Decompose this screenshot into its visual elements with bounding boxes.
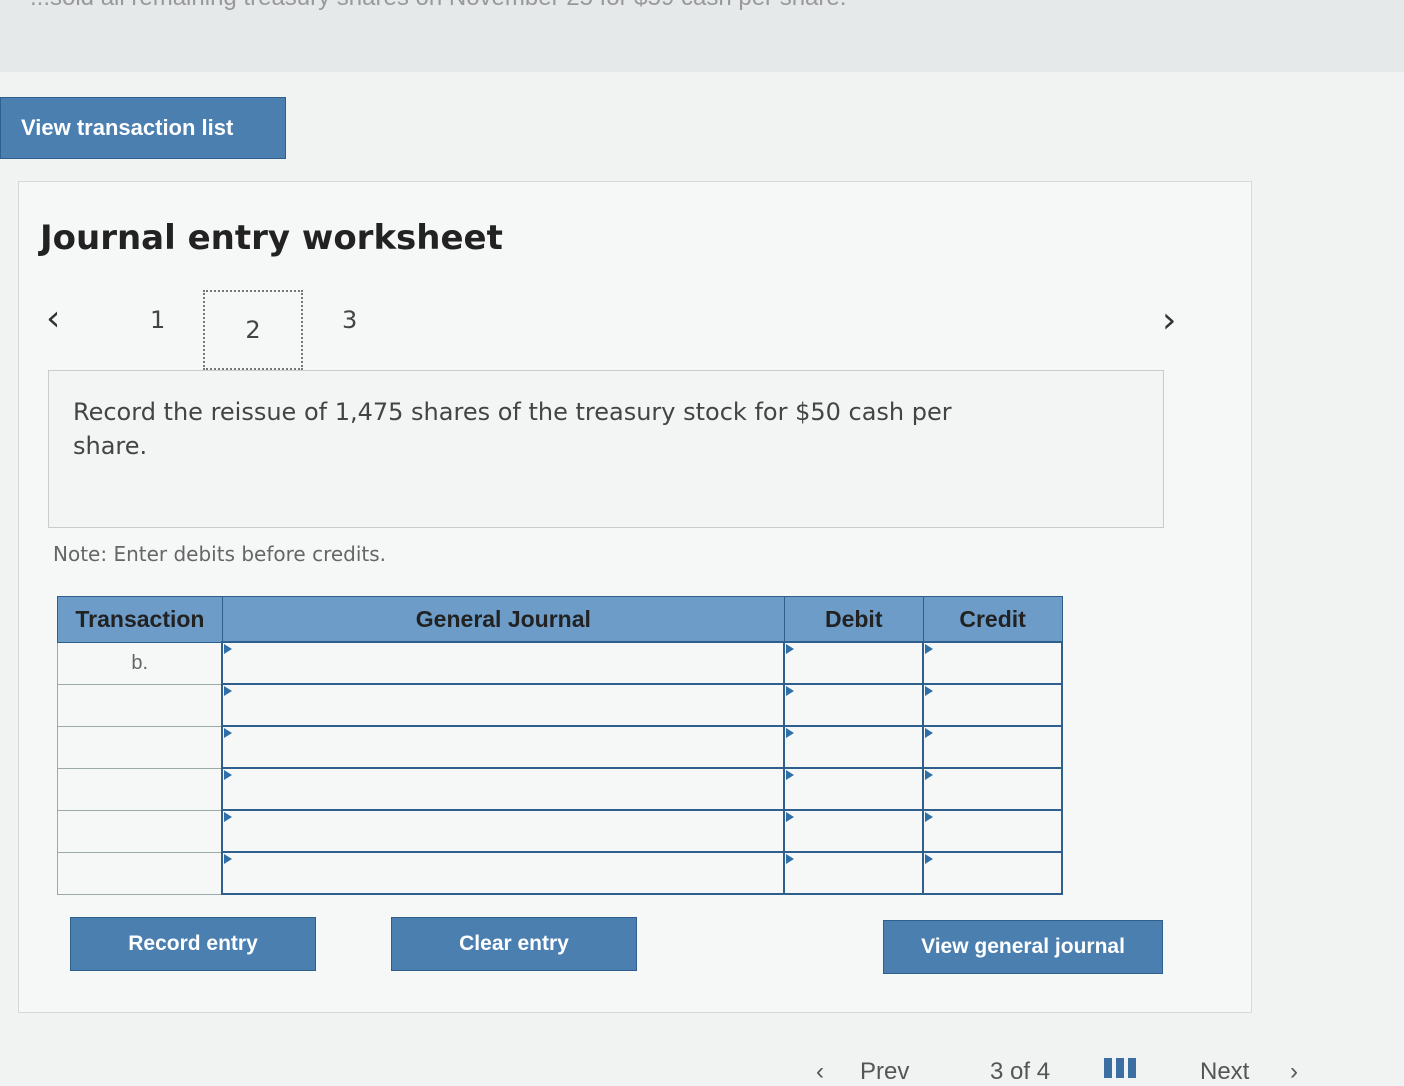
journal-table: Transaction General Journal Debit Credit… xyxy=(57,596,1063,895)
debit-value[interactable] xyxy=(785,811,922,851)
account-select-cell[interactable] xyxy=(221,641,786,685)
transaction-cell xyxy=(57,767,223,811)
view-general-journal-button[interactable]: View general journal xyxy=(883,920,1163,974)
debit-value[interactable] xyxy=(785,643,922,683)
debit-value[interactable] xyxy=(785,727,922,767)
table-row xyxy=(57,683,1063,727)
next-link[interactable]: Next xyxy=(1200,1058,1249,1086)
debit-input-cell[interactable] xyxy=(783,683,925,727)
account-value[interactable] xyxy=(223,811,783,851)
page-of: of xyxy=(1010,1058,1031,1085)
credit-value[interactable] xyxy=(924,685,1061,725)
debit-input-cell[interactable] xyxy=(783,767,925,811)
header-credit: Credit xyxy=(922,596,1063,643)
note-text: Note: Enter debits before credits. xyxy=(53,542,387,566)
page-title: Journal entry worksheet xyxy=(40,218,503,258)
credit-value[interactable] xyxy=(924,769,1061,809)
credit-input-cell[interactable] xyxy=(922,683,1063,727)
prev-link[interactable]: Prev xyxy=(860,1058,909,1086)
debit-value[interactable] xyxy=(785,853,922,893)
header-transaction: Transaction xyxy=(57,596,223,643)
view-transaction-list-button[interactable]: View transaction list xyxy=(0,97,286,159)
transaction-cell xyxy=(57,851,223,895)
transaction-cell xyxy=(57,683,223,727)
question-text-cutoff: ...sold all remaining treasury shares on… xyxy=(30,0,846,12)
debit-input-cell[interactable] xyxy=(783,809,925,853)
table-row: b. xyxy=(57,641,1063,685)
header-debit: Debit xyxy=(783,596,924,643)
credit-input-cell[interactable] xyxy=(922,809,1063,853)
credit-input-cell[interactable] xyxy=(922,851,1063,895)
transaction-cell xyxy=(57,809,223,853)
transaction-cell xyxy=(57,725,223,769)
prompt-text: Record the reissue of 1,475 shares of th… xyxy=(73,398,952,460)
table-row xyxy=(57,767,1063,811)
step-tab-3[interactable]: 3 xyxy=(342,306,357,334)
next-step-arrow-icon[interactable]: › xyxy=(1162,300,1176,341)
header-general-journal: General Journal xyxy=(221,596,785,643)
step-tab-1[interactable]: 1 xyxy=(150,306,165,334)
account-value[interactable] xyxy=(223,769,783,809)
account-value[interactable] xyxy=(223,643,783,683)
account-value[interactable] xyxy=(223,727,783,767)
prompt-box: Record the reissue of 1,475 shares of th… xyxy=(48,370,1164,528)
account-value[interactable] xyxy=(223,853,783,893)
account-select-cell[interactable] xyxy=(221,851,786,895)
debit-value[interactable] xyxy=(785,685,922,725)
credit-value[interactable] xyxy=(924,853,1061,893)
previous-step-arrow-icon[interactable]: ‹ xyxy=(46,298,60,339)
account-select-cell[interactable] xyxy=(221,683,786,727)
clear-entry-button[interactable]: Clear entry xyxy=(391,917,637,971)
step-tab-2-active[interactable]: 2 xyxy=(203,290,303,370)
credit-input-cell[interactable] xyxy=(922,725,1063,769)
transaction-cell: b. xyxy=(57,641,223,685)
table-row xyxy=(57,725,1063,769)
grid-menu-icon[interactable] xyxy=(1104,1058,1136,1078)
account-value[interactable] xyxy=(223,685,783,725)
account-select-cell[interactable] xyxy=(221,767,786,811)
table-row xyxy=(57,809,1063,853)
top-bar: ...sold all remaining treasury shares on… xyxy=(0,0,1404,72)
chevron-right-icon[interactable]: › xyxy=(1290,1058,1298,1086)
chevron-left-icon[interactable]: ‹ xyxy=(816,1058,824,1086)
debit-input-cell[interactable] xyxy=(783,641,925,685)
credit-value[interactable] xyxy=(924,643,1061,683)
current-page: 3 xyxy=(990,1058,1004,1085)
credit-input-cell[interactable] xyxy=(922,767,1063,811)
account-select-cell[interactable] xyxy=(221,725,786,769)
credit-input-cell[interactable] xyxy=(922,641,1063,685)
total-pages: 4 xyxy=(1036,1058,1051,1085)
table-row xyxy=(57,851,1063,895)
credit-value[interactable] xyxy=(924,727,1061,767)
account-select-cell[interactable] xyxy=(221,809,786,853)
credit-value[interactable] xyxy=(924,811,1061,851)
debit-input-cell[interactable] xyxy=(783,851,925,895)
debit-input-cell[interactable] xyxy=(783,725,925,769)
debit-value[interactable] xyxy=(785,769,922,809)
page-indicator: 3 of 4 xyxy=(990,1058,1050,1086)
record-entry-button[interactable]: Record entry xyxy=(70,917,316,971)
